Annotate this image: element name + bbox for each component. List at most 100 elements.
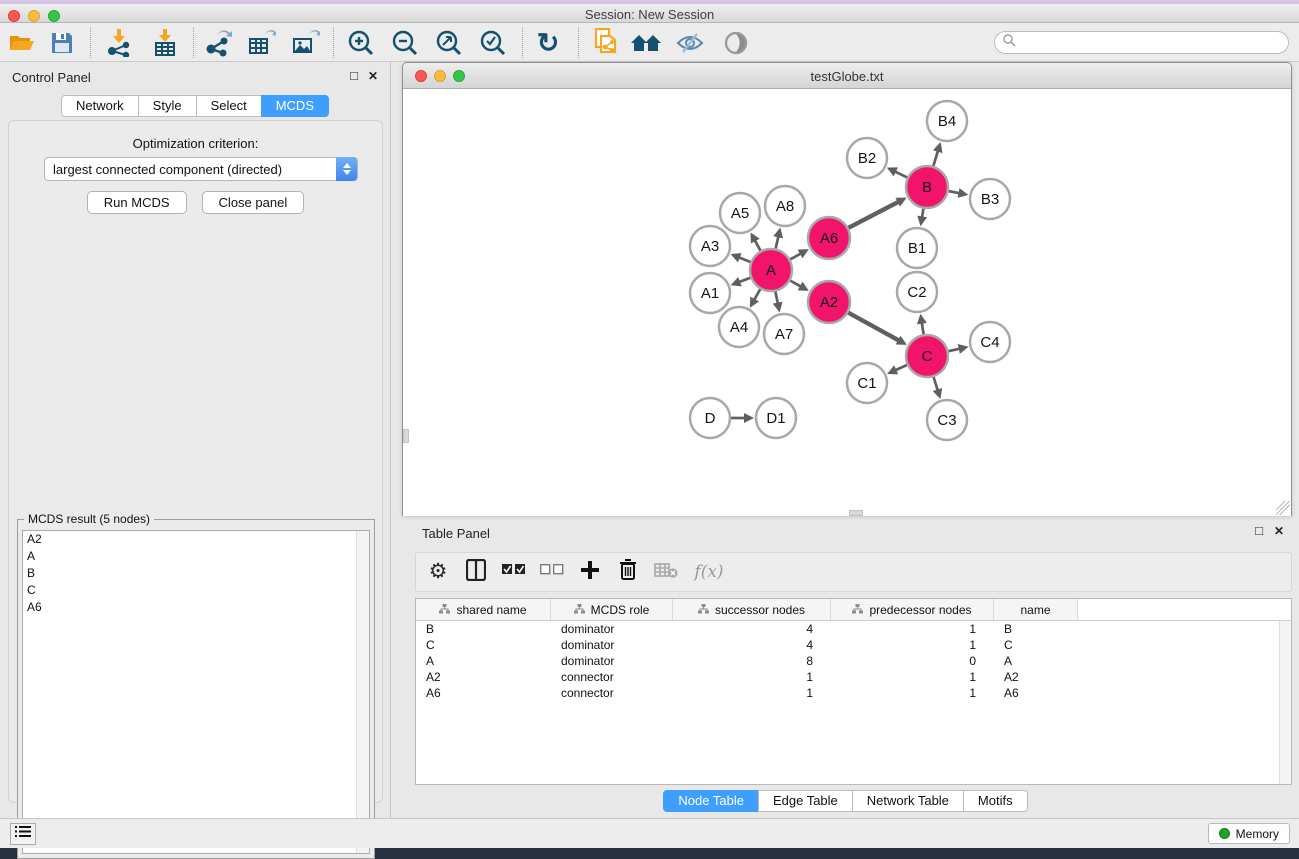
show-all-networks-button[interactable] <box>630 28 662 58</box>
table-row[interactable]: Bdominator41B <box>416 621 1291 637</box>
cell-successor_nodes[interactable]: 4 <box>673 637 831 653</box>
close-panel-icon[interactable]: ✕ <box>368 70 378 82</box>
graph-edge-A-A6[interactable] <box>790 253 801 259</box>
float-panel-icon[interactable]: □ <box>350 70 358 82</box>
run-mcds-button[interactable]: Run MCDS <box>87 191 187 214</box>
export-image-button[interactable] <box>290 28 322 58</box>
zoom-selected-button[interactable] <box>477 28 509 58</box>
cell-mcds_role[interactable]: dominator <box>551 653 673 669</box>
network-graph[interactable]: B4B2BB3A8A5A6A3B1AC2A1A2A4A7C4CC1C3DD1 <box>403 89 1291 516</box>
cell-shared_name[interactable]: A6 <box>416 685 551 701</box>
network-view-window[interactable]: testGlobe.txt B4B2BB3A8A5A6A3B1AC2A1A2A4… <box>402 62 1292 516</box>
table-close-icon[interactable]: ✕ <box>1274 525 1284 537</box>
column-header-successor-nodes[interactable]: successor nodes <box>673 599 831 620</box>
tab-motifs[interactable]: Motifs <box>963 790 1028 812</box>
column-header-shared-name[interactable]: shared name <box>416 599 551 620</box>
cell-mcds_role[interactable]: dominator <box>551 621 673 637</box>
cell-predecessor_nodes[interactable]: 1 <box>831 685 994 701</box>
tab-style[interactable]: Style <box>138 95 197 117</box>
create-column-button[interactable] <box>578 560 602 584</box>
cell-name[interactable]: A <box>994 653 1078 669</box>
cell-successor_nodes[interactable]: 1 <box>673 669 831 685</box>
tab-select[interactable]: Select <box>196 95 262 117</box>
graph-edge-A-A3[interactable] <box>739 257 751 262</box>
copy-style-button[interactable] <box>590 28 622 58</box>
cell-predecessor_nodes[interactable]: 1 <box>831 669 994 685</box>
refresh-view-button[interactable]: ↻ <box>532 28 564 58</box>
result-item[interactable]: A6 <box>23 599 369 616</box>
delete-table-button[interactable] <box>654 560 678 584</box>
graph-edge-A-A2[interactable] <box>790 281 801 287</box>
canvas-horizontal-scroll-nub[interactable] <box>849 510 863 516</box>
cell-name[interactable]: A2 <box>994 669 1078 685</box>
table-row[interactable]: Cdominator41C <box>416 637 1291 653</box>
cell-mcds_role[interactable]: dominator <box>551 637 673 653</box>
open-session-button[interactable] <box>6 28 38 58</box>
tab-mcds[interactable]: MCDS <box>261 95 329 117</box>
cell-mcds_role[interactable]: connector <box>551 669 673 685</box>
search-field[interactable] <box>994 31 1289 54</box>
table-float-icon[interactable]: □ <box>1255 525 1263 537</box>
delete-column-button[interactable] <box>616 560 640 584</box>
cell-shared_name[interactable]: A2 <box>416 669 551 685</box>
graph-edge-A-A1[interactable] <box>739 278 750 282</box>
import-network-button[interactable] <box>103 28 135 58</box>
network-canvas[interactable]: B4B2BB3A8A5A6A3B1AC2A1A2A4A7C4CC1C3DD1 <box>403 89 1291 516</box>
column-header-MCDS-role[interactable]: MCDS role <box>551 599 673 620</box>
table-scrollbar[interactable] <box>1279 621 1291 784</box>
cell-predecessor_nodes[interactable]: 1 <box>831 621 994 637</box>
app-titlebar[interactable]: Session: New Session <box>0 4 1299 23</box>
memory-button[interactable]: Memory <box>1208 823 1290 844</box>
graph-edge-A6-B[interactable] <box>849 202 899 228</box>
show-graphics-details-button[interactable] <box>720 28 752 58</box>
graph-edge-B-B1[interactable] <box>922 209 923 218</box>
close-panel-button[interactable]: Close panel <box>202 191 305 214</box>
cell-predecessor_nodes[interactable]: 0 <box>831 653 994 669</box>
show-columns-button[interactable] <box>464 560 488 584</box>
table-header-row[interactable]: shared nameMCDS rolesuccessor nodesprede… <box>416 599 1291 621</box>
graph-edge-B-B2[interactable] <box>895 171 907 177</box>
result-item[interactable]: C <box>23 582 369 599</box>
cell-mcds_role[interactable]: connector <box>551 685 673 701</box>
table-row[interactable]: A6connector11A6 <box>416 685 1291 701</box>
graph-edge-B-B3[interactable] <box>949 191 960 193</box>
graph-edge-A-A8[interactable] <box>776 236 779 248</box>
canvas-vertical-scroll-nub[interactable] <box>403 429 409 443</box>
tab-network-table[interactable]: Network Table <box>852 790 964 812</box>
cell-successor_nodes[interactable]: 8 <box>673 653 831 669</box>
tab-edge-table[interactable]: Edge Table <box>758 790 853 812</box>
mcds-result-list[interactable]: A2ABCA6 <box>22 530 370 854</box>
graph-edge-A2-C[interactable] <box>848 313 899 341</box>
cell-successor_nodes[interactable]: 4 <box>673 621 831 637</box>
table-row[interactable]: Adominator80A <box>416 653 1291 669</box>
graph-edge-B-B4[interactable] <box>933 151 938 166</box>
cell-predecessor_nodes[interactable]: 1 <box>831 637 994 653</box>
result-item[interactable]: B <box>23 565 369 582</box>
cell-name[interactable]: B <box>994 621 1078 637</box>
zoom-out-button[interactable] <box>389 28 421 58</box>
table-row[interactable]: A2connector11A2 <box>416 669 1291 685</box>
zoom-fit-button[interactable] <box>433 28 465 58</box>
criterion-dropdown[interactable]: largest connected component (directed) <box>44 157 358 181</box>
result-list-scrollbar[interactable] <box>356 531 369 853</box>
select-all-columns-button[interactable] <box>502 560 526 584</box>
result-item[interactable]: A2 <box>23 531 369 548</box>
cell-successor_nodes[interactable]: 1 <box>673 685 831 701</box>
show-task-history-button[interactable] <box>10 823 36 845</box>
cell-shared_name[interactable]: A <box>416 653 551 669</box>
window-resize-grip[interactable] <box>1276 501 1290 515</box>
export-table-button[interactable] <box>246 28 278 58</box>
column-header-name[interactable]: name <box>994 599 1078 620</box>
hide-graphics-details-button[interactable] <box>674 28 706 58</box>
search-input[interactable] <box>1021 36 1288 50</box>
function-builder-button[interactable]: f(x) <box>692 560 726 584</box>
zoom-in-button[interactable] <box>345 28 377 58</box>
graph-edge-A-A7[interactable] <box>775 292 777 304</box>
graph-edge-A-A4[interactable] <box>754 289 760 300</box>
graph-edge-C-C1[interactable] <box>895 365 907 370</box>
save-session-button[interactable] <box>46 28 78 58</box>
cell-name[interactable]: A6 <box>994 685 1078 701</box>
result-item[interactable]: A <box>23 548 369 565</box>
network-window-titlebar[interactable]: testGlobe.txt <box>403 63 1291 89</box>
export-network-button[interactable] <box>202 28 234 58</box>
